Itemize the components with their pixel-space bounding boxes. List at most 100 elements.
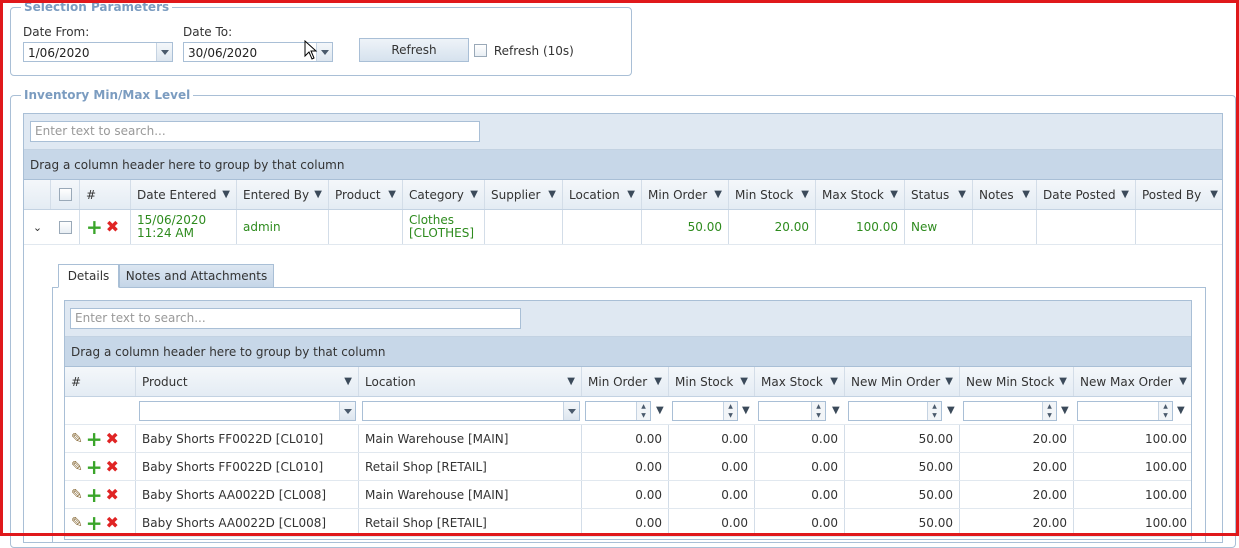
new-min-stock-filter-input[interactable]: ▲ ▼ — [963, 401, 1057, 421]
add-icon[interactable]: + — [86, 217, 103, 237]
auto-refresh-checkbox[interactable] — [474, 44, 487, 57]
date-from-picker[interactable]: 1/06/2020 — [23, 42, 173, 62]
edit-icon[interactable]: ✎ — [71, 432, 83, 446]
filter-icon[interactable]: ▼ — [945, 376, 953, 387]
filter-icon[interactable]: ▼ — [314, 189, 322, 200]
delete-icon[interactable]: ✖ — [106, 430, 119, 446]
filter-icon[interactable]: ▼ — [1061, 405, 1069, 416]
filter-icon[interactable]: ▼ — [567, 376, 575, 387]
filter-icon[interactable]: ▼ — [890, 189, 898, 200]
edit-icon[interactable]: ✎ — [71, 460, 83, 474]
col-header-min-stock[interactable]: Min Stock ▼ — [729, 180, 816, 209]
col-header-max-stock[interactable]: Max Stock ▼ — [816, 180, 905, 209]
filter-icon[interactable]: ▼ — [470, 189, 478, 200]
expand-toggle[interactable]: ⌄ — [24, 210, 51, 244]
col-header-number[interactable]: # — [80, 180, 131, 209]
col-header-status[interactable]: Status ▼ — [905, 180, 973, 209]
filter-icon[interactable]: ▼ — [1121, 189, 1129, 200]
add-icon[interactable]: + — [86, 513, 103, 533]
detail-col-header-max-stock[interactable]: Max Stock ▼ — [755, 367, 845, 396]
filter-icon[interactable]: ▼ — [801, 189, 809, 200]
spin-icon[interactable]: ▲ ▼ — [811, 402, 825, 420]
filter-icon[interactable]: ▼ — [1059, 376, 1067, 387]
detail-col-header-min-order[interactable]: Min Order ▼ — [582, 367, 669, 396]
chevron-down-icon[interactable] — [339, 402, 355, 420]
detail-group-panel[interactable]: Drag a column header here to group by th… — [65, 337, 1191, 367]
detail-col-header-product[interactable]: Product ▼ — [136, 367, 359, 396]
spin-icon[interactable]: ▲ ▼ — [1042, 402, 1056, 420]
filter-icon[interactable]: ▼ — [958, 189, 966, 200]
chevron-down-icon[interactable] — [156, 43, 172, 61]
table-row[interactable]: ✎ + ✖ Baby Shorts AA0022D [CL008] Main War… — [65, 481, 1191, 509]
location-filter-input[interactable] — [362, 401, 580, 421]
col-header-category[interactable]: Category ▼ — [403, 180, 485, 209]
inventory-group-panel[interactable]: Drag a column header here to group by th… — [24, 150, 1222, 180]
tab-notes-and-attachments[interactable]: Notes and Attachments — [119, 264, 274, 288]
col-header-supplier[interactable]: Supplier ▼ — [485, 180, 563, 209]
new-max-order-filter-input[interactable]: ▲ ▼ — [1077, 401, 1173, 421]
filter-icon[interactable]: ▼ — [656, 405, 664, 416]
delete-icon[interactable]: ✖ — [106, 458, 119, 474]
filter-icon[interactable]: ▼ — [344, 376, 352, 387]
col-header-product[interactable]: Product ▼ — [329, 180, 403, 209]
filter-icon[interactable]: ▼ — [1022, 189, 1030, 200]
filter-icon[interactable]: ▼ — [654, 376, 662, 387]
new-min-order-filter-input[interactable]: ▲ ▼ — [848, 401, 942, 421]
add-icon[interactable]: + — [86, 457, 103, 477]
spin-icon[interactable]: ▲ ▼ — [1158, 402, 1172, 420]
select-all-checkbox[interactable] — [58, 188, 72, 201]
filter-icon[interactable]: ▼ — [548, 189, 556, 200]
edit-icon[interactable]: ✎ — [71, 488, 83, 502]
detail-col-header-min-stock[interactable]: Min Stock ▼ — [669, 367, 755, 396]
filter-icon[interactable]: ▼ — [742, 405, 750, 416]
detail-col-header-new-min-order[interactable]: New Min Order ▼ — [845, 367, 960, 396]
filter-icon[interactable]: ▼ — [627, 189, 635, 200]
min-order-filter-input[interactable]: ▲ ▼ — [585, 401, 651, 421]
filter-icon[interactable]: ▼ — [388, 189, 396, 200]
add-icon[interactable]: + — [86, 485, 103, 505]
product-filter-input[interactable] — [139, 401, 356, 421]
detail-col-header-location[interactable]: Location ▼ — [359, 367, 582, 396]
chevron-down-icon[interactable] — [563, 402, 579, 420]
table-row[interactable]: ✎ + ✖ Baby Shorts FF0022D [CL010] Main War… — [65, 425, 1191, 453]
spin-icon[interactable]: ▲ ▼ — [636, 402, 650, 420]
detail-col-header-number[interactable]: # — [65, 367, 136, 396]
edit-icon[interactable]: ✎ — [71, 516, 83, 530]
delete-icon[interactable]: ✖ — [106, 514, 119, 530]
table-row[interactable]: ✎ + ✖ Baby Shorts FF0022D [CL010] Retail S… — [65, 453, 1191, 481]
filter-icon[interactable]: ▼ — [947, 405, 955, 416]
chevron-down-icon[interactable]: ⌄ — [33, 221, 42, 234]
spin-icon[interactable]: ▲ ▼ — [927, 402, 941, 420]
col-header-location[interactable]: Location ▼ — [563, 180, 642, 209]
col-header-posted-by[interactable]: Posted By ▼ — [1136, 180, 1222, 209]
filter-icon[interactable]: ▼ — [830, 376, 838, 387]
refresh-button[interactable]: Refresh — [359, 38, 469, 62]
col-header-entered-by[interactable]: Entered By ▼ — [237, 180, 329, 209]
delete-icon[interactable]: ✖ — [106, 219, 119, 235]
max-stock-filter-input[interactable]: ▲ ▼ — [758, 401, 826, 421]
chevron-down-icon[interactable] — [316, 43, 332, 61]
add-icon[interactable]: + — [86, 429, 103, 449]
detail-col-header-new-max-order[interactable]: New Max Order ▼ — [1074, 367, 1193, 396]
filter-icon[interactable]: ▼ — [222, 189, 230, 200]
col-header-date-entered[interactable]: Date Entered ▼ — [131, 180, 237, 209]
filter-icon[interactable]: ▼ — [1177, 405, 1185, 416]
col-header-date-posted[interactable]: Date Posted ▼ — [1037, 180, 1136, 209]
min-stock-filter-input[interactable]: ▲ ▼ — [672, 401, 738, 421]
filter-icon[interactable]: ▼ — [832, 405, 840, 416]
spin-icon[interactable]: ▲ ▼ — [723, 402, 737, 420]
filter-icon[interactable]: ▼ — [1210, 189, 1218, 200]
detail-search-input[interactable]: Enter text to search... — [70, 308, 521, 329]
filter-icon[interactable]: ▼ — [714, 189, 722, 200]
col-header-notes[interactable]: Notes ▼ — [973, 180, 1037, 209]
filter-icon[interactable]: ▼ — [1179, 376, 1187, 387]
auto-refresh-toggle[interactable]: Refresh (10s) — [474, 43, 574, 58]
row-checkbox[interactable] — [58, 220, 72, 234]
inventory-search-input[interactable]: Enter text to search... — [30, 121, 480, 142]
table-row[interactable]: ✎ + ✖ Baby Shorts AA0022D [CL008] Retail S… — [65, 509, 1191, 537]
delete-icon[interactable]: ✖ — [106, 486, 119, 502]
filter-icon[interactable]: ▼ — [740, 376, 748, 387]
tab-details[interactable]: Details — [58, 264, 119, 288]
inventory-row[interactable]: ⌄ + ✖ 15/06/2020 11:24 AM admin Clothes … — [24, 210, 1222, 245]
detail-col-header-new-min-stock[interactable]: New Min Stock ▼ — [960, 367, 1074, 396]
